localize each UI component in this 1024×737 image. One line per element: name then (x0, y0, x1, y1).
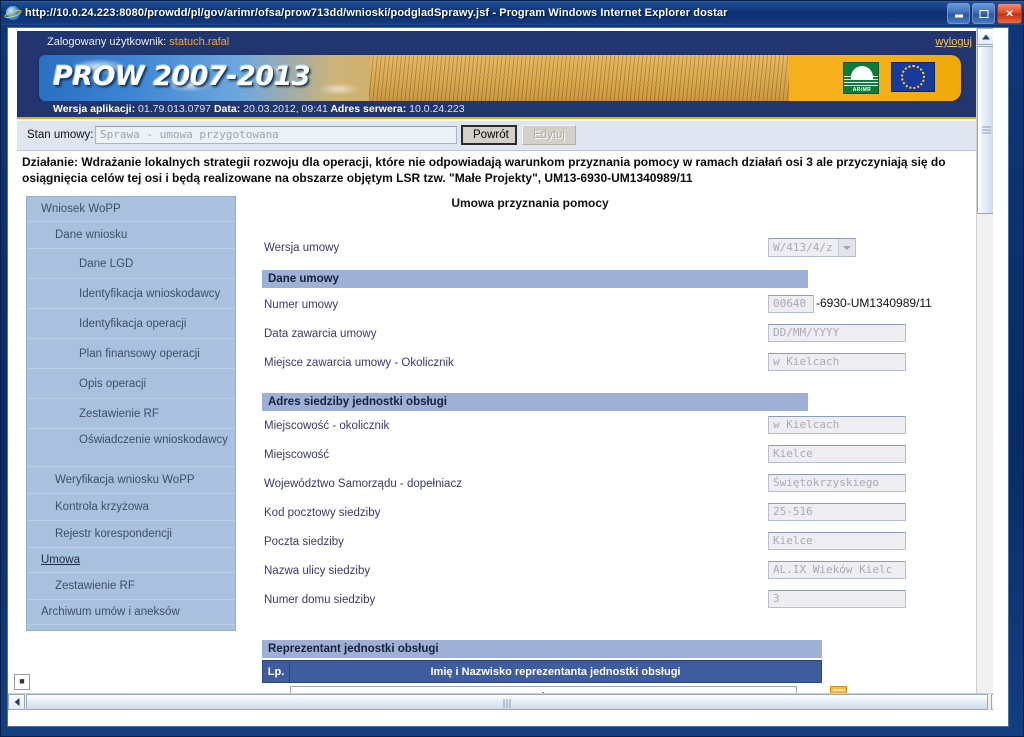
label-nazwa-ulicy-siedziby: Nazwa ulicy siedziby (264, 565, 371, 577)
server-value: 10.0.24.223 (409, 103, 465, 115)
date-value: 20.03.2012, 09:41 (243, 103, 328, 115)
sidebar-item-rejestr-korespondencji[interactable]: Rejestr korespondencji (27, 521, 235, 548)
kod-pocztowy-siedziby-input[interactable]: 25-516 (768, 503, 906, 521)
page-title: Umowa przyznania pomocy (451, 196, 609, 210)
sidebar-item-oswiadczenie-wnioskodawcy[interactable]: Oświadczenie wnioskodawcy (27, 429, 235, 467)
sidebar-item-opis-operacji[interactable]: Opis operacji (27, 369, 235, 399)
logout-link[interactable]: wyloguj (935, 36, 972, 48)
version-label: Wersja aplikacji: (53, 103, 136, 115)
sidebar-item-zestawienie-rf-umowa[interactable]: Zestawienie RF (27, 573, 235, 600)
browser-viewport: Zalogowany użytkownik: statuch.rafal wyl… (7, 27, 1009, 727)
contract-status-bar: Stan umowy: Sprawa - umowa przygotowana … (17, 121, 990, 151)
miejscowosc-okolicznik-input[interactable]: w Kielcach (768, 416, 906, 434)
date-label: Data: (213, 103, 241, 115)
sidebar-item-umowa[interactable]: Umowa (27, 548, 235, 573)
numer-umowy-input[interactable]: 00640 (768, 295, 814, 313)
arimr-field-lines (844, 76, 878, 86)
logged-in-user: Zalogowany użytkownik: statuch.rafal (47, 36, 229, 48)
site-header: Zalogowany użytkownik: statuch.rafal wyl… (17, 31, 990, 119)
arimr-logo-icon: ARiMR (843, 62, 879, 94)
logged-in-label: Zalogowany użytkownik: (47, 36, 167, 48)
sidebar-item-weryfikacja-wniosku-wopp[interactable]: Weryfikacja wniosku WoPP (27, 467, 235, 494)
label-data-zawarcia-umowy: Data zawarcia umowy (264, 328, 377, 340)
maximize-button[interactable] (972, 3, 995, 24)
banner-wheat-field (369, 55, 789, 101)
eu-flag-icon (891, 62, 935, 92)
sidebar-item-archiwum-umow-i-aneksow[interactable]: Archiwum umów i aneksów (27, 600, 235, 625)
label-miejsce-zawarcia-umowy: Miejsce zawarcia umowy - Okolicznik (264, 357, 454, 369)
back-button[interactable]: Powrót (461, 125, 517, 145)
sidebar-item-dane-lgd[interactable]: Dane LGD (27, 249, 235, 279)
scroll-up-arrow-icon[interactable] (977, 28, 993, 45)
broken-image-icon: ■ (14, 674, 30, 690)
data-zawarcia-umowy-input[interactable]: DD/MM/YYYY (768, 324, 906, 342)
minimize-button[interactable] (947, 3, 970, 24)
numer-umowy-suffix: -6930-UM1340989/11 (816, 296, 932, 310)
label-poczta-siedziby: Poczta siedziby (264, 536, 344, 548)
page-content: Zalogowany użytkownik: statuch.rafal wyl… (8, 28, 993, 710)
wersja-umowy-value: W/413/4/z (773, 241, 833, 254)
sidebar-item-identyfikacja-wnioskodawcy[interactable]: Identyfikacja wnioskodawcy (27, 279, 235, 309)
poczta-siedziby-input[interactable]: Kielce (768, 532, 906, 550)
scroll-right-arrow-icon[interactable] (991, 694, 993, 710)
sidebar-item-wniosek-wopp[interactable]: Wniosek WoPP (27, 197, 235, 222)
chevron-down-icon (838, 239, 855, 256)
sidebar-item-dane-wniosku[interactable]: Dane wniosku (27, 222, 235, 249)
horizontal-scrollbar[interactable] (8, 693, 993, 710)
table-header-row: Lp. Imię i Nazwisko reprezentanta jednos… (262, 660, 822, 683)
banner-title: PROW 2007-2013 (53, 61, 311, 92)
label-miejscowosc: Miejscowość (264, 449, 330, 461)
sidebar-item-zestawienie-rf-wopp[interactable]: Zestawienie RF (27, 399, 235, 429)
column-header-lp: Lp. (262, 660, 290, 683)
miejscowosc-input[interactable]: Kielce (768, 445, 906, 463)
label-numer-umowy: Numer umowy (264, 299, 339, 311)
label-wersja-umowy: Wersja umowy (264, 242, 340, 254)
internet-explorer-icon (5, 5, 21, 21)
window-controls: × (947, 3, 1022, 24)
sidebar-item-identyfikacja-operacji[interactable]: Identyfikacja operacji (27, 309, 235, 339)
label-kod-pocztowy-siedziby: Kod pocztowy siedziby (264, 507, 381, 519)
content-area: Wniosek WoPP Dane wniosku Dane LGD Ident… (8, 196, 993, 710)
version-bar: Wersja aplikacji: 01.79.013.0797 Data: 2… (17, 101, 990, 117)
eu-stars-shape (901, 65, 925, 89)
label-wojewodztwo-samorzadu: Województwo Samorządu - dopełniacz (264, 478, 462, 490)
close-icon: × (1005, 5, 1014, 20)
contract-status-input[interactable]: Sprawa - umowa przygotowana (95, 126, 457, 144)
main-form: Umowa przyznania pomocy Wersja umowy W/4… (240, 196, 992, 710)
nazwa-ulicy-siedziby-input[interactable]: AL.IX Wieków Kielc (768, 561, 906, 579)
sidebar-nav: Wniosek WoPP Dane wniosku Dane LGD Ident… (26, 196, 236, 631)
window-title: http://10.0.24.223:8080/prowdd/pl/gov/ar… (25, 7, 728, 19)
user-bar: Zalogowany użytkownik: statuch.rafal wyl… (17, 31, 990, 53)
prow-banner: PROW 2007-2013 ARiMR (39, 55, 961, 101)
section-header-reprezentant: Reprezentant jednostki obsługi (262, 640, 822, 658)
scroll-left-arrow-icon[interactable] (8, 694, 25, 710)
browser-window: http://10.0.24.223:8080/prowdd/pl/gov/ar… (0, 0, 1024, 737)
arimr-logo-text: ARiMR (852, 87, 872, 93)
sidebar-item-plan-finansowy-operacji[interactable]: Plan finansowy operacji (27, 339, 235, 369)
vertical-scrollbar[interactable] (976, 28, 993, 710)
section-header-adres-siedziby: Adres siedziby jednostki obsługi (262, 393, 808, 411)
close-button[interactable]: × (997, 3, 1022, 24)
server-label: Adres serwera: (330, 103, 407, 115)
label-miejscowosc-okolicznik: Miejscowość - okolicznik (264, 420, 390, 432)
column-header-name: Imię i Nazwisko reprezentanta jednostki … (289, 660, 822, 683)
section-header-dane-umowy: Dane umowy (262, 270, 808, 288)
horizontal-scroll-thumb[interactable] (26, 694, 988, 710)
vertical-scroll-thumb[interactable] (977, 46, 993, 214)
numer-domu-siedziby-input[interactable]: 3 (768, 590, 906, 608)
edit-button: Edytuj (522, 125, 576, 145)
label-numer-domu-siedziby: Numer domu siedziby (264, 594, 376, 606)
version-value: 01.79.013.0797 (138, 103, 212, 115)
sidebar-item-kontrola-krzyzowa[interactable]: Kontrola krzyżowa (27, 494, 235, 521)
contract-status-label: Stan umowy: (27, 129, 94, 141)
miejsce-zawarcia-umowy-input[interactable]: w Kielcach (768, 353, 906, 371)
user-name: statuch.rafal (169, 36, 230, 48)
wojewodztwo-samorzadu-input[interactable]: Świętokrzyskiego (768, 474, 906, 492)
wersja-umowy-select[interactable]: W/413/4/z (768, 238, 856, 257)
measure-description: Działanie: Wdrażanie lokalnych strategii… (22, 155, 946, 185)
title-bar: http://10.0.24.223:8080/prowdd/pl/gov/ar… (1, 1, 1024, 25)
